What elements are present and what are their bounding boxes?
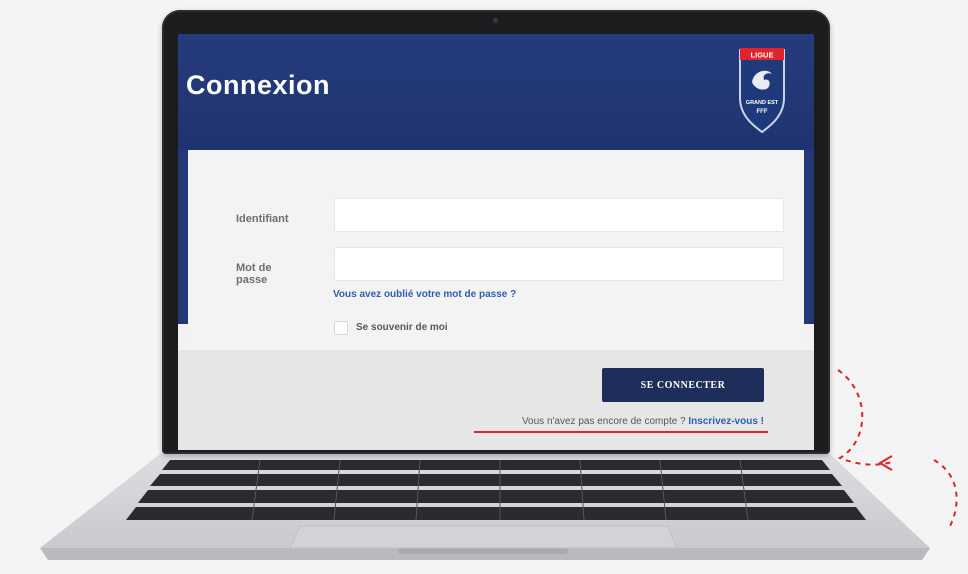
laptop-lid: Connexion LIGUE GRAND EST FFF Identifian… (162, 10, 830, 454)
keyboard-keys (126, 460, 866, 520)
forgot-password-link[interactable]: Vous avez oublié votre mot de passe ? (333, 289, 516, 300)
remember-me-label: Se souvenir de moi (356, 322, 448, 333)
page-title: Connexion (186, 70, 330, 100)
lid-notch (398, 548, 568, 554)
league-logo: LIGUE GRAND EST FFF (739, 48, 785, 134)
webcam (493, 18, 498, 23)
annotation-squiggle (933, 459, 958, 531)
remember-me-checkbox[interactable] (334, 321, 348, 335)
laptop-screen: Connexion LIGUE GRAND EST FFF Identifian… (178, 34, 814, 450)
logo-top-text: LIGUE (751, 51, 774, 60)
no-account-text: Vous n'avez pas encore de compte ? (521, 416, 689, 427)
login-button[interactable]: SE CONNECTER (602, 368, 764, 402)
right-stripe (804, 150, 814, 324)
signup-link[interactable]: Inscrivez-vous ! (688, 416, 764, 427)
trackpad (289, 525, 677, 549)
signup-underline (474, 431, 768, 433)
password-input[interactable] (334, 247, 784, 281)
signup-prompt: Vous n'avez pas encore de compte ? Inscr… (478, 416, 764, 427)
login-form: Identifiant Mot de passe Vous avez oubli… (188, 150, 804, 350)
action-panel: SE CONNECTER Vous n'avez pas encore de c… (178, 350, 814, 450)
identifier-input[interactable] (334, 198, 784, 232)
logo-shield (739, 49, 785, 134)
identifier-label: Identifiant (236, 213, 289, 225)
password-label: Mot de passe (236, 262, 272, 286)
logo-middle-text: GRAND EST (746, 100, 779, 106)
page-header: Connexion LIGUE GRAND EST FFF (178, 34, 814, 150)
left-stripe (178, 150, 188, 324)
annotation-arrow-curve (837, 369, 893, 466)
logo-bottom-text: FFF (757, 109, 768, 115)
